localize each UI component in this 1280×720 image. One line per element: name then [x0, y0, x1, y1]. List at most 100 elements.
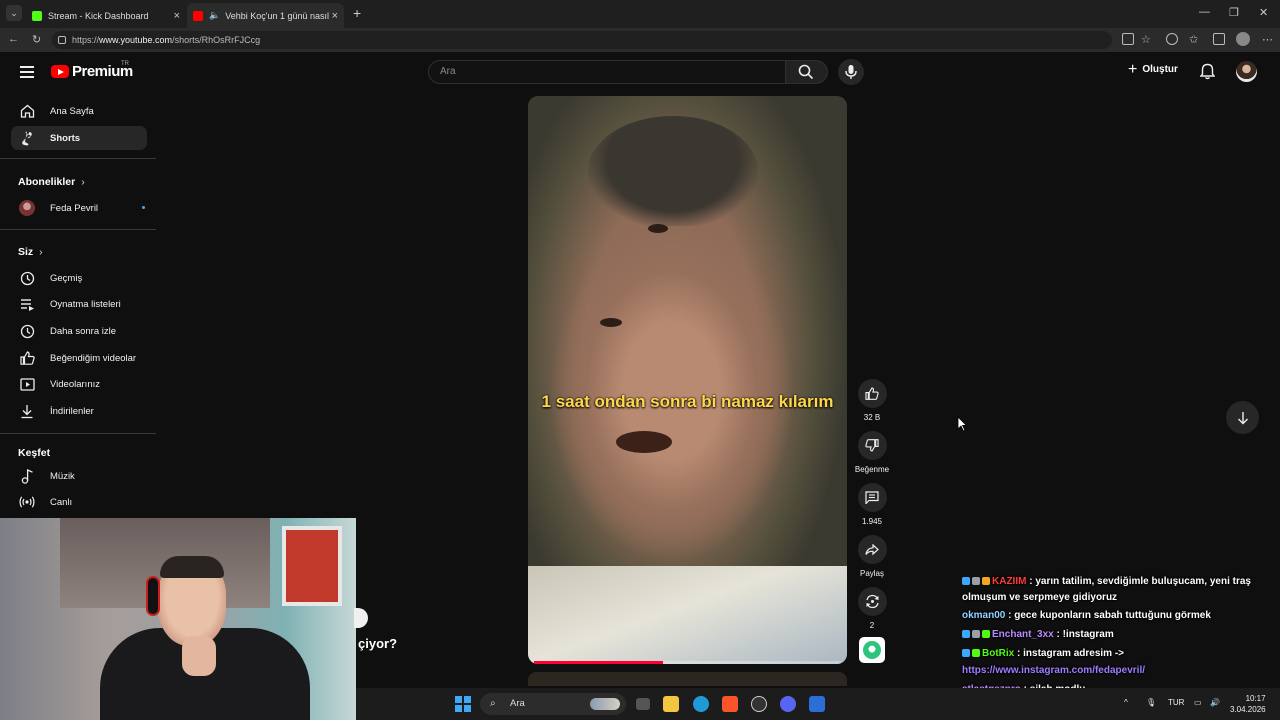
tray-chevron-icon[interactable]: ^ — [1124, 698, 1128, 707]
account-avatar[interactable] — [1236, 61, 1257, 82]
sidebar-item-shorts[interactable]: Shorts — [11, 126, 147, 150]
comments-button[interactable]: 1.945 — [855, 483, 889, 526]
you-heading[interactable]: Siz › — [18, 246, 43, 258]
audio-source-button[interactable] — [855, 637, 889, 663]
your-videos-icon — [18, 377, 36, 391]
chat-badge-icon — [972, 649, 980, 657]
tab-list-chevron-icon[interactable]: ⌄ — [6, 5, 22, 21]
back-icon[interactable]: ← — [8, 33, 19, 45]
sidebar-item-home[interactable]: Ana Sayfa — [11, 99, 147, 123]
obs-icon[interactable] — [751, 696, 767, 712]
task-view-icon[interactable] — [636, 698, 650, 710]
language-indicator[interactable]: TUR — [1168, 698, 1184, 707]
sidebar-item-liked-videos[interactable]: Beğendiğim videolar — [11, 346, 147, 370]
collections-icon[interactable] — [1213, 33, 1225, 45]
restore-icon[interactable]: ❐ — [1229, 6, 1239, 19]
close-tab-icon[interactable]: × — [332, 10, 338, 22]
tab-kick-dashboard[interactable]: Stream - Kick Dashboard × — [26, 3, 186, 28]
windows-taskbar: ⌕ Ara ^ 🎙 TUR ▭ 🔊 10:17 3.04.2026 — [356, 688, 1280, 720]
share-button[interactable]: Paylaş — [855, 535, 889, 578]
music-icon — [18, 468, 36, 484]
next-short-preview[interactable] — [528, 672, 847, 686]
sidebar-item-playlists[interactable]: Oynatma listeleri — [11, 292, 147, 316]
sidebar-item-music[interactable]: Müzik — [11, 464, 147, 488]
menu-icon[interactable] — [20, 66, 34, 81]
url-prefix: https:// — [72, 35, 100, 45]
you-title: Siz — [18, 246, 34, 258]
volume-icon[interactable]: 🔊 — [1210, 698, 1220, 707]
microphone-tray-icon[interactable]: 🎙 — [1146, 698, 1156, 707]
share-icon — [865, 543, 879, 555]
favorite-star-icon[interactable]: ☆ — [1141, 33, 1151, 46]
sidebar-item-label: Canlı — [50, 496, 73, 508]
browser-tab-bar: ⌄ Stream - Kick Dashboard × 🔈 Vehbi Koç'… — [0, 0, 1280, 28]
taskbar-search[interactable]: ⌕ Ara — [480, 693, 626, 715]
edge-browser-icon[interactable] — [693, 696, 709, 712]
tab-youtube-video[interactable]: 🔈 Vehbi Koç'un 1 günü nasıl geç × — [187, 3, 344, 28]
create-label: Oluştur — [1142, 64, 1178, 75]
close-tab-icon[interactable]: × — [174, 10, 180, 22]
chat-username[interactable]: Enchant_3xx — [992, 629, 1054, 640]
audio-playing-icon[interactable]: 🔈 — [209, 10, 220, 21]
url-path: /shorts/RhOsRrFJCcg — [172, 35, 261, 45]
file-explorer-icon[interactable] — [663, 696, 679, 712]
new-tab-icon[interactable]: + — [353, 5, 361, 21]
reload-icon[interactable]: ↻ — [32, 33, 41, 46]
chat-username[interactable]: okman00 — [962, 610, 1005, 621]
new-content-dot — [142, 206, 145, 209]
discord-icon[interactable] — [780, 696, 796, 712]
more-menu-icon[interactable]: ⋯ — [1262, 33, 1273, 46]
app-icon[interactable] — [809, 696, 825, 712]
favorites-icon[interactable]: ✩ — [1189, 33, 1198, 46]
address-bar[interactable]: https://www.youtube.com/shorts/RhOsRrFJC… — [52, 31, 1112, 49]
sidebar-divider — [0, 433, 156, 434]
explore-heading: Keşfet — [18, 447, 51, 459]
sidebar-item-label: Shorts — [50, 132, 81, 144]
profile-icon[interactable] — [1236, 32, 1250, 46]
remix-button[interactable]: 2 — [855, 587, 889, 630]
youtube-header: Premium TR Ara + Oluştur — [0, 52, 1280, 92]
youtube-logo-icon[interactable] — [51, 65, 69, 78]
chat-badge-icon — [972, 630, 980, 638]
sidebar-item-label: Feda Pevril — [50, 202, 99, 214]
voice-search-button[interactable] — [838, 59, 864, 85]
brave-browser-icon[interactable] — [722, 696, 738, 712]
sidebar-item-live[interactable]: Canlı — [11, 490, 147, 514]
chat-separator: : — [1053, 629, 1063, 640]
windows-start-icon[interactable] — [455, 696, 471, 712]
notifications-button[interactable] — [1199, 63, 1216, 85]
search-input[interactable]: Ara — [428, 60, 786, 84]
search-button[interactable] — [786, 60, 828, 84]
sidebar-item-your-videos[interactable]: Videolarınız — [11, 372, 147, 396]
dislike-button[interactable]: Beğenme — [852, 431, 892, 474]
like-button[interactable]: 32 B — [855, 379, 889, 422]
webcam-overlay — [0, 518, 356, 720]
history-icon — [18, 271, 36, 286]
mouse-cursor-icon — [957, 416, 967, 432]
sidebar-item-downloads[interactable]: İndirilenler — [11, 399, 147, 423]
create-button[interactable]: + Oluştur — [1128, 61, 1178, 77]
reader-icon[interactable] — [1122, 33, 1134, 45]
close-window-icon[interactable]: ✕ — [1259, 6, 1268, 19]
taskbar-clock[interactable]: 10:17 3.04.2026 — [1230, 693, 1266, 715]
chat-username[interactable]: BotRix — [982, 648, 1014, 659]
thumbs-down-icon — [865, 439, 879, 452]
video-progress-bar[interactable] — [534, 661, 841, 664]
extension-icon[interactable] — [1166, 33, 1178, 45]
sidebar-item-watch-later[interactable]: Daha sonra izle — [11, 319, 147, 343]
next-video-button[interactable] — [1226, 401, 1259, 434]
partial-overlay-text: çiyor? — [358, 636, 398, 651]
sidebar-item-label: Videolarınız — [50, 378, 100, 390]
sidebar-item-history[interactable]: Geçmiş — [11, 266, 147, 290]
search-icon: ⌕ — [490, 698, 496, 709]
sidebar: Ana Sayfa Shorts Abonelikler › Feda Pevri… — [0, 92, 158, 522]
chat-link[interactable]: https://www.instagram.com/fedapevril/ — [962, 665, 1145, 676]
shorts-video-player[interactable]: 1 saat ondan sonra bi namaz kılarım — [528, 96, 847, 664]
sidebar-item-feda-pevril[interactable]: Feda Pevril — [11, 196, 147, 220]
chat-username[interactable]: KAZIIM — [992, 576, 1026, 587]
sidebar-item-label: Geçmiş — [50, 272, 83, 284]
network-icon[interactable]: ▭ — [1194, 698, 1202, 707]
site-info-icon[interactable] — [58, 36, 66, 44]
subscriptions-heading[interactable]: Abonelikler › — [18, 176, 85, 188]
minimize-icon[interactable]: — — [1199, 6, 1210, 18]
